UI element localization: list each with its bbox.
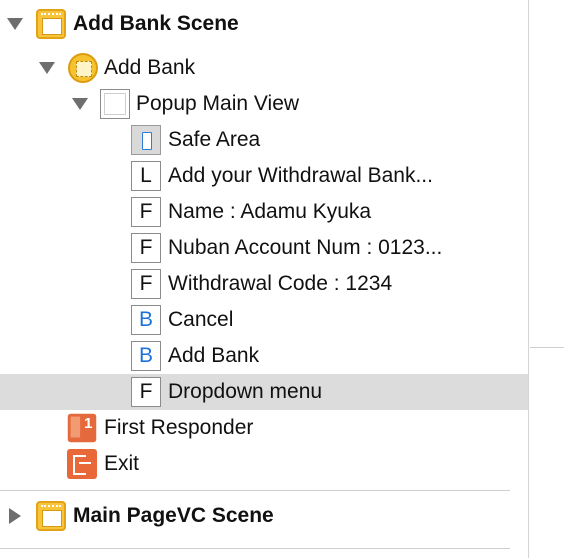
button-type-icon: B [131,341,161,371]
document-outline: Add Bank Scene Add Bank Popup Main View … [0,0,529,558]
view-title: Popup Main View [136,92,300,115]
outline-item-label: Dropdown menu [168,380,323,403]
outline-item-textfield-name[interactable]: F Name : Adamu Kyuka [0,194,528,230]
scene-title: Add Bank Scene [73,12,239,35]
label-type-icon: L [131,161,161,191]
disclosure-triangle-collapsed-icon[interactable] [9,508,21,524]
view-row-popup-main-view[interactable]: Popup Main View [0,86,528,122]
outline-item-label: Withdrawal Code : 1234 [168,272,393,295]
scene-row-main-pagevc-scene[interactable]: Main PageVC Scene [0,498,528,534]
button-type-icon: B [131,305,161,335]
exit-icon [67,449,97,479]
outline-item-textfield-withdrawal-code[interactable]: F Withdrawal Code : 1234 [0,266,528,302]
scene-divider [0,548,510,549]
outline-item-first-responder[interactable]: First Responder [0,410,528,446]
scene-title: Main PageVC Scene [73,504,274,527]
canvas-divider [530,347,564,348]
disclosure-triangle-expanded-icon[interactable] [7,18,23,30]
storyboard-scene-icon [36,501,66,531]
view-controller-row-add-bank[interactable]: Add Bank [0,50,528,86]
outline-item-label: Safe Area [168,128,261,151]
outline-item-button-cancel[interactable]: B Cancel [0,302,528,338]
outline-item-label: First Responder [104,416,254,439]
storyboard-scene-icon [36,9,66,39]
outline-item-label: Nuban Account Num : 0123... [168,236,443,259]
outline-item-label: Cancel [168,308,234,331]
view-icon [100,89,130,119]
textfield-type-icon: F [131,233,161,263]
disclosure-triangle-expanded-icon[interactable] [39,62,55,74]
outline-item-label: Name : Adamu Kyuka [168,200,372,223]
view-controller-icon [68,53,98,83]
view-controller-title: Add Bank [104,56,196,79]
outline-item-label: Add your Withdrawal Bank... [168,164,433,187]
outline-item-label-add-withdrawal-bank[interactable]: L Add your Withdrawal Bank... [0,158,528,194]
scene-row-add-bank-scene[interactable]: Add Bank Scene [0,6,528,42]
disclosure-triangle-expanded-icon[interactable] [72,98,88,110]
outline-item-label: Add Bank [168,344,260,367]
outline-item-exit[interactable]: Exit [0,446,528,482]
scene-divider [0,490,510,491]
outline-item-textfield-dropdown-menu[interactable]: F Dropdown menu [0,374,528,410]
outline-item-textfield-nuban[interactable]: F Nuban Account Num : 0123... [0,230,528,266]
outline-item-button-add-bank[interactable]: B Add Bank [0,338,528,374]
first-responder-icon [67,413,97,443]
textfield-type-icon: F [131,377,161,407]
textfield-type-icon: F [131,197,161,227]
textfield-type-icon: F [131,269,161,299]
outline-item-label: Exit [104,452,140,475]
safe-area-icon [131,125,161,155]
outline-item-safe-area[interactable]: Safe Area [0,122,528,158]
